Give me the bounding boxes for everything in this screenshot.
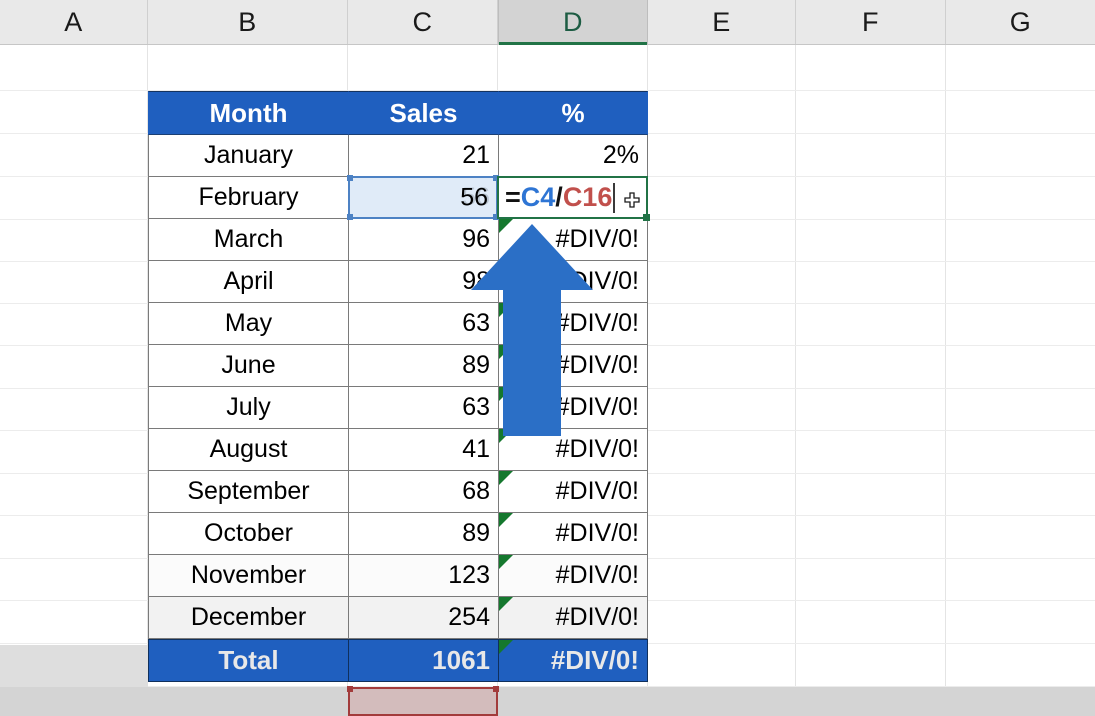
cell-month[interactable]: May <box>148 303 348 345</box>
cell-percent-label: #DIV/0! <box>555 603 639 631</box>
column-header-c[interactable]: C <box>348 0 498 44</box>
table-row[interactable]: January 21 2% <box>148 135 648 177</box>
cell-percent[interactable]: #DIV/0! <box>498 471 648 513</box>
total-cell-percent[interactable]: #DIV/0! <box>498 639 648 682</box>
cell-month[interactable]: August <box>148 429 348 471</box>
error-triangle-icon <box>499 640 513 654</box>
column-header-b[interactable]: B <box>148 0 348 44</box>
cell-month[interactable]: October <box>148 513 348 555</box>
formula-reference-2: C16 <box>562 182 613 212</box>
total-cell-month[interactable]: Total <box>148 639 348 682</box>
cell-percent-label: #DIV/0! <box>555 477 639 505</box>
cell-month[interactable]: March <box>148 219 348 261</box>
up-arrow-annotation-icon <box>471 224 593 436</box>
move-cursor-icon <box>624 192 640 208</box>
formula-reference-highlight-red[interactable] <box>347 686 499 716</box>
formula-equals: = <box>505 182 521 212</box>
table-total-row[interactable]: Total 1061 #DIV/0! <box>148 639 648 682</box>
total-cell-sales[interactable]: 1061 <box>348 639 498 682</box>
cell-percent-label: #DIV/0! <box>555 435 639 463</box>
cell-month[interactable]: January <box>148 135 348 177</box>
cell-month[interactable]: April <box>148 261 348 303</box>
column-header-f[interactable]: F <box>796 0 946 44</box>
error-triangle-icon <box>499 597 513 611</box>
column-header-g-label: G <box>1009 6 1032 37</box>
column-header-d-label: D <box>563 6 583 37</box>
column-header-e[interactable]: E <box>648 0 796 44</box>
empty-row-band <box>0 687 1095 716</box>
error-triangle-icon <box>499 471 513 485</box>
text-caret <box>613 182 616 213</box>
spreadsheet-canvas: A B C D E F G Month Sales % January 21 2… <box>0 0 1095 716</box>
cell-percent[interactable]: #DIV/0! <box>498 597 648 639</box>
cell-month[interactable]: July <box>148 387 348 429</box>
column-header-b-label: B <box>238 6 257 37</box>
table-header-row: Month Sales % <box>148 91 648 135</box>
column-header-c-label: C <box>412 6 433 37</box>
total-cell-percent-label: #DIV/0! <box>550 645 639 675</box>
selection-handle[interactable] <box>347 214 353 220</box>
cell-percent-label: #DIV/0! <box>555 519 639 547</box>
cell-month[interactable]: June <box>148 345 348 387</box>
cell-sales[interactable]: 21 <box>348 135 498 177</box>
cell-month[interactable]: September <box>148 471 348 513</box>
column-header-f-label: F <box>862 6 879 37</box>
cell-percent-label: #DIV/0! <box>555 561 639 589</box>
selection-handle[interactable] <box>347 175 353 181</box>
selection-handle[interactable] <box>347 686 353 692</box>
formula-reference-highlight-blue[interactable]: 56 <box>347 175 499 220</box>
cell-sales[interactable]: 89 <box>348 513 498 555</box>
selection-handle[interactable] <box>493 686 499 692</box>
gridline-vertical <box>795 45 796 716</box>
table-row[interactable]: November 123 #DIV/0! <box>148 555 648 597</box>
cell-percent[interactable]: #DIV/0! <box>498 513 648 555</box>
reference-cell-value: 56 <box>460 183 488 211</box>
header-cell-percent: % <box>498 91 648 135</box>
column-header-e-label: E <box>712 6 731 37</box>
column-header-a[interactable]: A <box>0 0 148 44</box>
error-triangle-icon <box>499 555 513 569</box>
cell-percent[interactable]: #DIV/0! <box>498 555 648 597</box>
column-header-g[interactable]: G <box>946 0 1095 44</box>
header-cell-sales: Sales <box>348 91 498 135</box>
column-header-d[interactable]: D <box>498 0 648 45</box>
table-row[interactable]: September 68 #DIV/0! <box>148 471 648 513</box>
cell-sales[interactable]: 123 <box>348 555 498 597</box>
column-header-band: A B C D E F G <box>0 0 1095 45</box>
formula-operator: / <box>555 182 563 212</box>
cell-sales[interactable]: 68 <box>348 471 498 513</box>
formula-reference-1: C4 <box>520 182 556 212</box>
column-header-a-label: A <box>64 6 83 37</box>
fill-handle[interactable] <box>643 214 650 221</box>
error-triangle-icon <box>499 513 513 527</box>
cell-percent[interactable]: 2% <box>498 135 648 177</box>
cell-month[interactable]: November <box>148 555 348 597</box>
active-cell-formula-editor[interactable]: = C4/C16 <box>497 176 650 221</box>
table-row[interactable]: October 89 #DIV/0! <box>148 513 648 555</box>
header-cell-month: Month <box>148 91 348 135</box>
table-row[interactable]: December 254 #DIV/0! <box>148 597 648 639</box>
cell-sales[interactable]: 254 <box>348 597 498 639</box>
cell-month[interactable]: February <box>148 177 348 219</box>
gridline-vertical <box>945 45 946 716</box>
cell-month[interactable]: December <box>148 597 348 639</box>
